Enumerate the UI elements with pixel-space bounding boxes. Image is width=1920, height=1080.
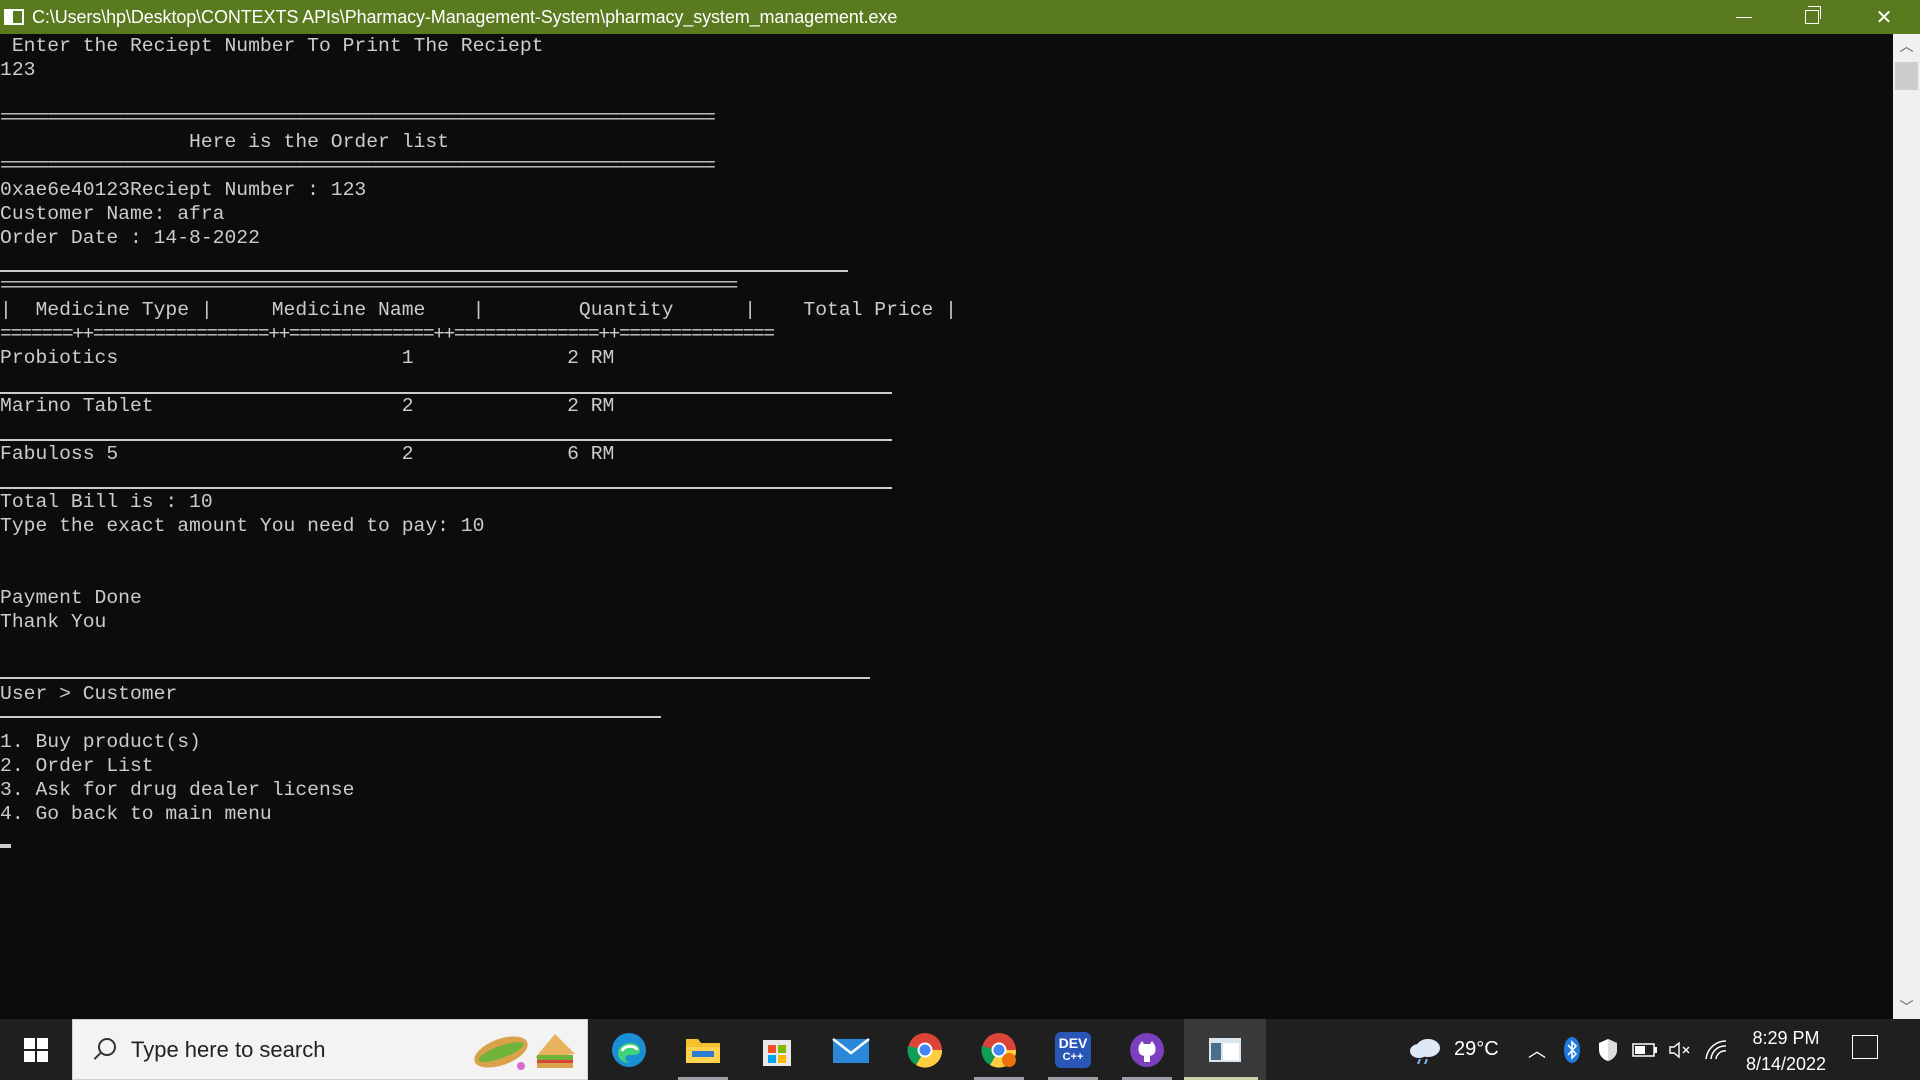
taskbar-search[interactable]: Type here to search <box>72 1019 588 1080</box>
battery-icon <box>1632 1042 1657 1057</box>
file-explorer-icon <box>686 1038 720 1063</box>
volume-tray[interactable] <box>1668 1019 1692 1080</box>
taskbar: Type here to search DEV C++ 29°C ︿ 8:29 … <box>0 1019 1920 1080</box>
bluetooth-icon <box>1564 1036 1580 1063</box>
notification-icon[interactable] <box>1852 1035 1878 1059</box>
separator-line: ========================================… <box>0 107 716 129</box>
store-icon <box>763 1039 791 1066</box>
table-row: Marino Tablet 2 2 RM <box>0 395 615 417</box>
cloud-rain-icon <box>1410 1038 1440 1064</box>
title-bar: C:\Users\hp\Desktop\CONTEXTS APIs\Pharma… <box>0 0 1920 34</box>
edge-icon <box>612 1032 646 1067</box>
row-divider <box>0 487 892 489</box>
minimize-icon <box>1736 16 1752 18</box>
row-divider <box>0 439 892 441</box>
input-line: 123 <box>0 59 36 81</box>
github-desktop-icon <box>1130 1032 1164 1067</box>
scroll-up-icon[interactable]: ︿ <box>1893 34 1920 58</box>
chrome-profile-icon <box>981 1032 1017 1068</box>
wifi-icon <box>1705 1039 1727 1059</box>
table-header: | Medicine Type | Medicine Name | Quanti… <box>0 299 957 321</box>
chrome-icon <box>907 1032 943 1068</box>
close-icon: ✕ <box>1875 6 1893 29</box>
restore-button[interactable] <box>1778 0 1846 34</box>
menu-item: 2. Order List <box>0 755 154 777</box>
start-button[interactable] <box>0 1019 72 1080</box>
network-tray[interactable] <box>1704 1019 1728 1080</box>
total-bill-line: Total Bill is : 10 <box>0 491 213 513</box>
console-app-icon <box>1209 1037 1241 1062</box>
vertical-scrollbar[interactable]: ︿ ﹀ <box>1893 34 1920 1019</box>
weather-widget[interactable]: 29°C <box>1408 1019 1499 1080</box>
restore-icon <box>1805 6 1821 24</box>
windows-icon <box>24 1037 48 1062</box>
taskbar-chrome[interactable] <box>888 1019 962 1080</box>
table-separator: =======++=================++============… <box>0 323 775 345</box>
scrollbar-thumb[interactable] <box>1895 62 1918 90</box>
chevron-up-icon: ︿ <box>1528 1040 1546 1061</box>
scroll-down-icon[interactable]: ﹀ <box>1893 995 1920 1019</box>
menu-item: 3. Ask for drug dealer license <box>0 779 355 801</box>
menu-item: 4. Go back to main menu <box>0 803 272 825</box>
taskbar-clock[interactable]: 8:29 PM 8/14/2022 <box>1736 1025 1836 1077</box>
taskbar-console-app[interactable] <box>1184 1019 1266 1080</box>
taskbar-github-desktop[interactable] <box>1110 1019 1184 1080</box>
battery-tray[interactable] <box>1632 1019 1658 1080</box>
mail-icon <box>832 1037 870 1063</box>
thank-you-line: Thank You <box>0 611 107 633</box>
order-date-line: Order Date : 14-8-2022 <box>0 227 260 249</box>
taskbar-edge[interactable] <box>592 1019 666 1080</box>
search-placeholder: Type here to search <box>131 1036 326 1062</box>
show-hidden-icons[interactable]: ︿ <box>1528 1019 1546 1080</box>
order-list-heading: Here is the Order list <box>0 131 449 153</box>
taskbar-devcpp[interactable]: DEV C++ <box>1036 1019 1110 1080</box>
security-tray[interactable] <box>1596 1019 1620 1080</box>
separator-line: ========================================… <box>0 155 716 177</box>
minimize-button[interactable] <box>1710 0 1778 34</box>
window-title: C:\Users\hp\Desktop\CONTEXTS APIs\Pharma… <box>32 6 898 27</box>
customer-name-line: Customer Name: afra <box>0 203 225 225</box>
volume-muted-icon <box>1669 1041 1690 1058</box>
bluetooth-tray[interactable] <box>1564 1019 1580 1080</box>
devcpp-icon: DEV C++ <box>1055 1031 1091 1068</box>
taskbar-mail[interactable] <box>814 1019 888 1080</box>
divider <box>0 716 661 718</box>
close-button[interactable]: ✕ <box>1850 0 1918 34</box>
table-row: Probiotics 1 2 RM <box>0 347 615 369</box>
taskbar-chrome-profile[interactable] <box>962 1019 1036 1080</box>
clock-date: 8/14/2022 <box>1745 1054 1827 1074</box>
console-app-icon <box>4 9 24 25</box>
taskbar-store[interactable] <box>740 1019 814 1080</box>
divider <box>0 677 870 679</box>
shield-icon <box>1599 1038 1617 1061</box>
table-separator: ========================================… <box>0 275 738 297</box>
breadcrumb: User > Customer <box>0 683 178 705</box>
table-row: Fabuloss 5 2 6 RM <box>0 443 615 465</box>
payment-prompt-line: Type the exact amount You need to pay: 1… <box>0 515 485 537</box>
sandwich-icon <box>474 1034 575 1070</box>
search-icon <box>91 1037 116 1062</box>
text-cursor <box>0 844 11 848</box>
prompt-line: Enter the Reciept Number To Print The Re… <box>0 35 544 57</box>
divider <box>0 270 848 272</box>
console-output[interactable]: Enter the Reciept Number To Print The Re… <box>0 34 1893 1019</box>
payment-done-line: Payment Done <box>0 587 142 609</box>
receipt-number-line: 0xae6e40123Reciept Number : 123 <box>0 179 367 201</box>
taskbar-file-explorer[interactable] <box>666 1019 740 1080</box>
menu-item: 1. Buy product(s) <box>0 731 201 753</box>
clock-time: 8:29 PM <box>1752 1028 1820 1048</box>
weather-temperature: 29°C <box>1454 1038 1499 1060</box>
